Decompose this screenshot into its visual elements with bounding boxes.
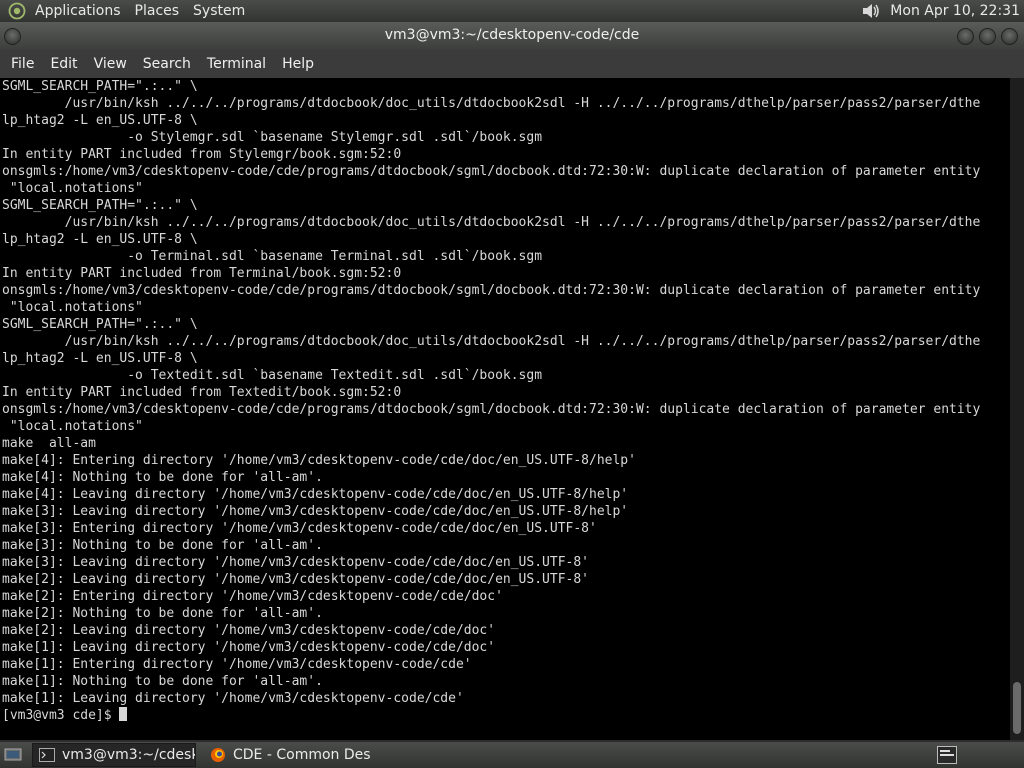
window-title: vm3@vm3:~/cdesktopenv-code/cde [384,27,640,43]
applications-menu[interactable]: Applications [28,0,128,22]
terminal-line: make[1]: Leaving directory '/home/vm3/cd… [2,640,496,655]
gnome-foot-icon[interactable] [6,0,28,22]
terminal-line: lp_htag2 -L en_US.UTF-8 \ [2,232,198,247]
menu-search[interactable]: Search [135,50,199,78]
terminal-scrollbar[interactable] [1010,78,1024,740]
taskbar-item-firefox[interactable]: CDE - Common Des... [204,743,372,767]
terminal-line: /usr/bin/ksh ../../../programs/dtdocbook… [2,215,981,230]
terminal-line: onsgmls:/home/vm3/cdesktopenv-code/cde/p… [2,283,981,298]
terminal-line: "local.notations" [2,300,143,315]
terminal-line: make[2]: Leaving directory '/home/vm3/cd… [2,572,589,587]
terminal-line: -o Textedit.sdl `basename Textedit.sdl .… [2,368,543,383]
terminal-line: lp_htag2 -L en_US.UTF-8 \ [2,113,198,128]
terminal-line: /usr/bin/ksh ../../../programs/dtdocbook… [2,334,981,349]
terminal-line: -o Terminal.sdl `basename Terminal.sdl .… [2,249,543,264]
terminal-line: SGML_SEARCH_PATH=".:.." \ [2,198,198,213]
terminal-line: onsgmls:/home/vm3/cdesktopenv-code/cde/p… [2,164,981,179]
menubar: File Edit View Search Terminal Help [0,50,1024,78]
terminal-line: make[3]: Leaving directory '/home/vm3/cd… [2,504,629,519]
menu-help[interactable]: Help [274,50,322,78]
terminal-line: make[3]: Leaving directory '/home/vm3/cd… [2,555,589,570]
terminal-line: make[3]: Nothing to be done for 'all-am'… [2,538,323,553]
terminal-line: /usr/bin/ksh ../../../programs/dtdocbook… [2,96,981,111]
minimize-button[interactable] [957,28,974,45]
terminal-line: make[4]: Leaving directory '/home/vm3/cd… [2,487,629,502]
bottom-panel: vm3@vm3:~/cdeskt... CDE - Common Des... [0,742,1024,768]
menu-edit[interactable]: Edit [42,50,85,78]
taskbar-item-label: vm3@vm3:~/cdeskt... [62,747,195,763]
shell-prompt: [vm3@vm3 cde]$ [2,708,120,723]
terminal-line: make[3]: Entering directory '/home/vm3/c… [2,521,597,536]
terminal-line: In entity PART included from Stylemgr/bo… [2,147,402,162]
terminal-line: -o Stylemgr.sdl `basename Stylemgr.sdl .… [2,130,543,145]
maximize-button[interactable] [979,28,996,45]
terminal-line: make[1]: Leaving directory '/home/vm3/cd… [2,691,464,706]
places-menu[interactable]: Places [128,0,187,22]
top-panel: Applications Places System Mon Apr 10, 2… [0,0,1024,22]
terminal-line: make[2]: Leaving directory '/home/vm3/cd… [2,623,496,638]
terminal-line: "local.notations" [2,181,143,196]
terminal-line: make[2]: Nothing to be done for 'all-am'… [2,606,323,621]
taskbar-item-label: CDE - Common Des... [233,747,372,763]
terminal-line: In entity PART included from Terminal/bo… [2,266,402,281]
terminal-line: make[4]: Nothing to be done for 'all-am'… [2,470,323,485]
volume-icon[interactable] [860,0,882,22]
terminal-line: onsgmls:/home/vm3/cdesktopenv-code/cde/p… [2,402,981,417]
terminal-icon [39,747,55,763]
terminal-output[interactable]: SGML_SEARCH_PATH=".:.." \ /usr/bin/ksh .… [0,78,1010,740]
window-titlebar[interactable]: vm3@vm3:~/cdesktopenv-code/cde [0,22,1024,50]
terminal-line: SGML_SEARCH_PATH=".:.." \ [2,317,198,332]
firefox-icon [210,747,226,763]
terminal-line: In entity PART included from Textedit/bo… [2,385,402,400]
show-desktop-icon[interactable] [2,744,24,766]
terminal-line: make[2]: Entering directory '/home/vm3/c… [2,589,503,604]
text-cursor [119,707,128,721]
prompt-line[interactable]: [vm3@vm3 cde]$ [2,707,1010,724]
panel-right: Mon Apr 10, 22:31 [860,0,1024,22]
scrollbar-thumb[interactable] [1013,682,1021,734]
terminal-line: "local.notations" [2,419,143,434]
close-button[interactable] [1001,28,1018,45]
terminal-line: make[1]: Entering directory '/home/vm3/c… [2,657,472,672]
terminal-line: SGML_SEARCH_PATH=".:.." \ [2,79,198,94]
system-menu[interactable]: System [186,0,252,22]
menu-file[interactable]: File [3,50,42,78]
terminal-line: lp_htag2 -L en_US.UTF-8 \ [2,351,198,366]
menu-terminal[interactable]: Terminal [199,50,274,78]
terminal-line: make[1]: Nothing to be done for 'all-am'… [2,674,323,689]
terminal-line: make[4]: Entering directory '/home/vm3/c… [2,453,636,468]
terminal-line: make all-am [2,436,96,451]
clock[interactable]: Mon Apr 10, 22:31 [890,3,1024,19]
workspace-switcher-icon[interactable] [936,745,958,765]
menu-view[interactable]: View [86,50,135,78]
taskbar-item-terminal[interactable]: vm3@vm3:~/cdeskt... [32,743,196,767]
